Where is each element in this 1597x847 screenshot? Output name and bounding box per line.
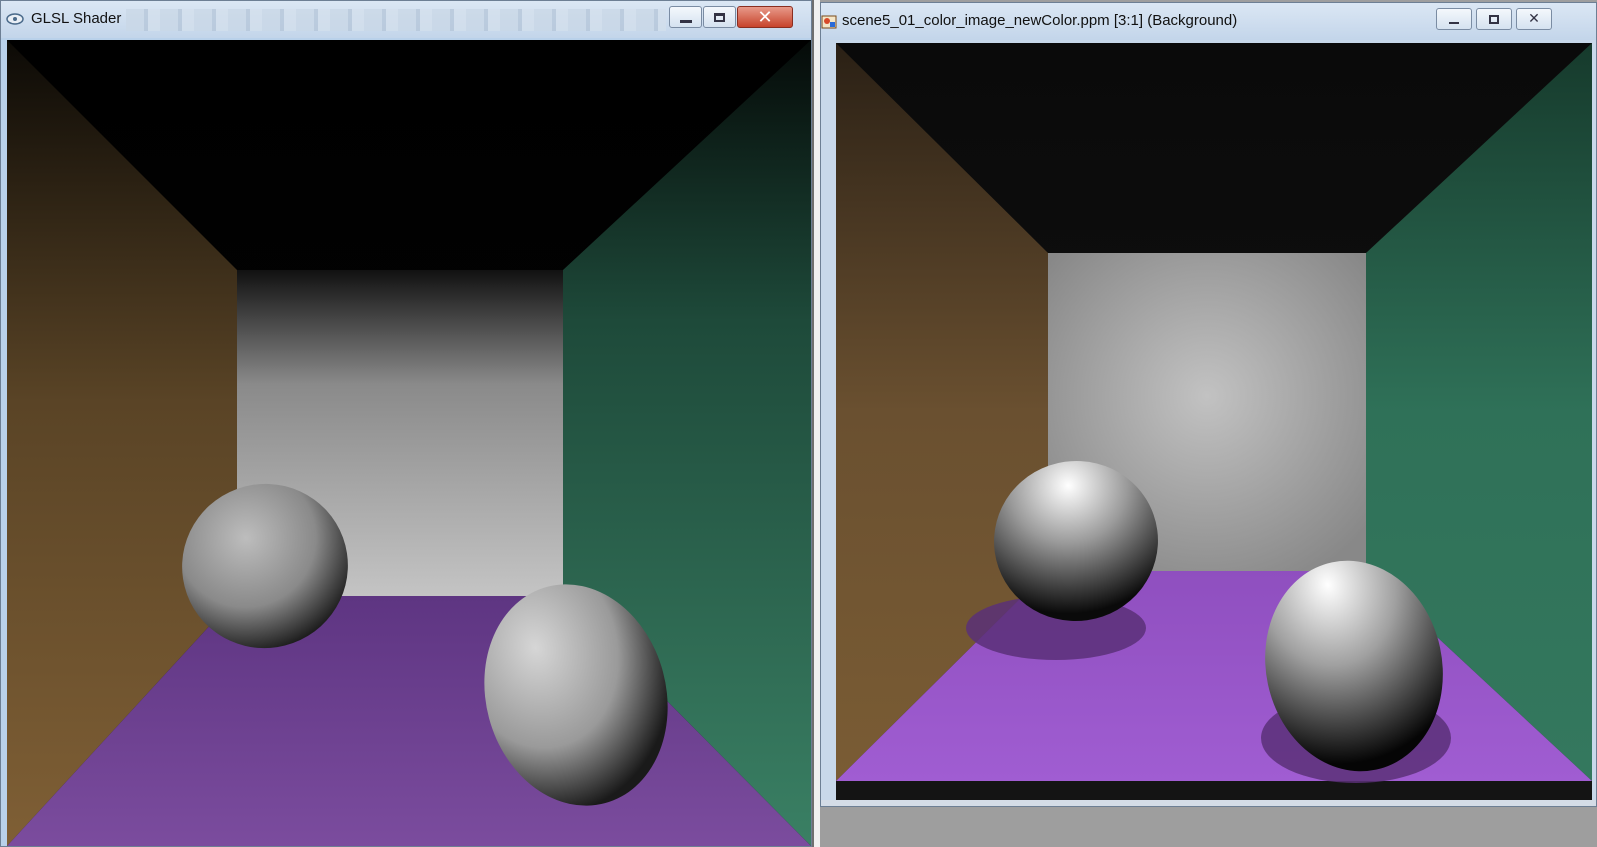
restore-button[interactable]: [1476, 8, 1512, 30]
glsl-render-viewport[interactable]: [7, 40, 811, 846]
close-icon: ✕: [757, 6, 773, 28]
minimize-button[interactable]: [669, 6, 702, 28]
background-toolbar-ghost: [126, 9, 666, 31]
glsl-app-icon: [6, 13, 24, 25]
close-button[interactable]: ✕: [1516, 8, 1552, 30]
minimize-button[interactable]: [1436, 8, 1472, 30]
maximize-icon: [714, 12, 725, 22]
window-divider: [812, 0, 814, 847]
close-button[interactable]: ✕: [737, 6, 793, 28]
minimize-icon: [1449, 22, 1459, 24]
glsl-shader-window: GLSL Shader ✕: [0, 0, 812, 847]
image-viewer-icon: [821, 15, 837, 29]
glsl-window-title: GLSL Shader: [31, 10, 122, 27]
restore-icon: [1489, 14, 1499, 24]
image-statusbar: [821, 800, 1596, 806]
ppm-rendered-scene: [836, 43, 1592, 801]
minimize-icon: [679, 19, 692, 23]
maximize-button[interactable]: [703, 6, 736, 28]
ppm-image-viewport[interactable]: [836, 43, 1592, 801]
glsl-titlebar[interactable]: GLSL Shader ✕: [1, 1, 811, 38]
close-icon: ✕: [1528, 11, 1540, 27]
image-window-title: scene5_01_color_image_newColor.ppm [3:1]…: [842, 12, 1238, 29]
image-titlebar[interactable]: scene5_01_color_image_newColor.ppm [3:1]…: [821, 3, 1596, 40]
image-viewer-window: scene5_01_color_image_newColor.ppm [3:1]…: [820, 2, 1597, 807]
glsl-rendered-scene: [7, 40, 811, 846]
